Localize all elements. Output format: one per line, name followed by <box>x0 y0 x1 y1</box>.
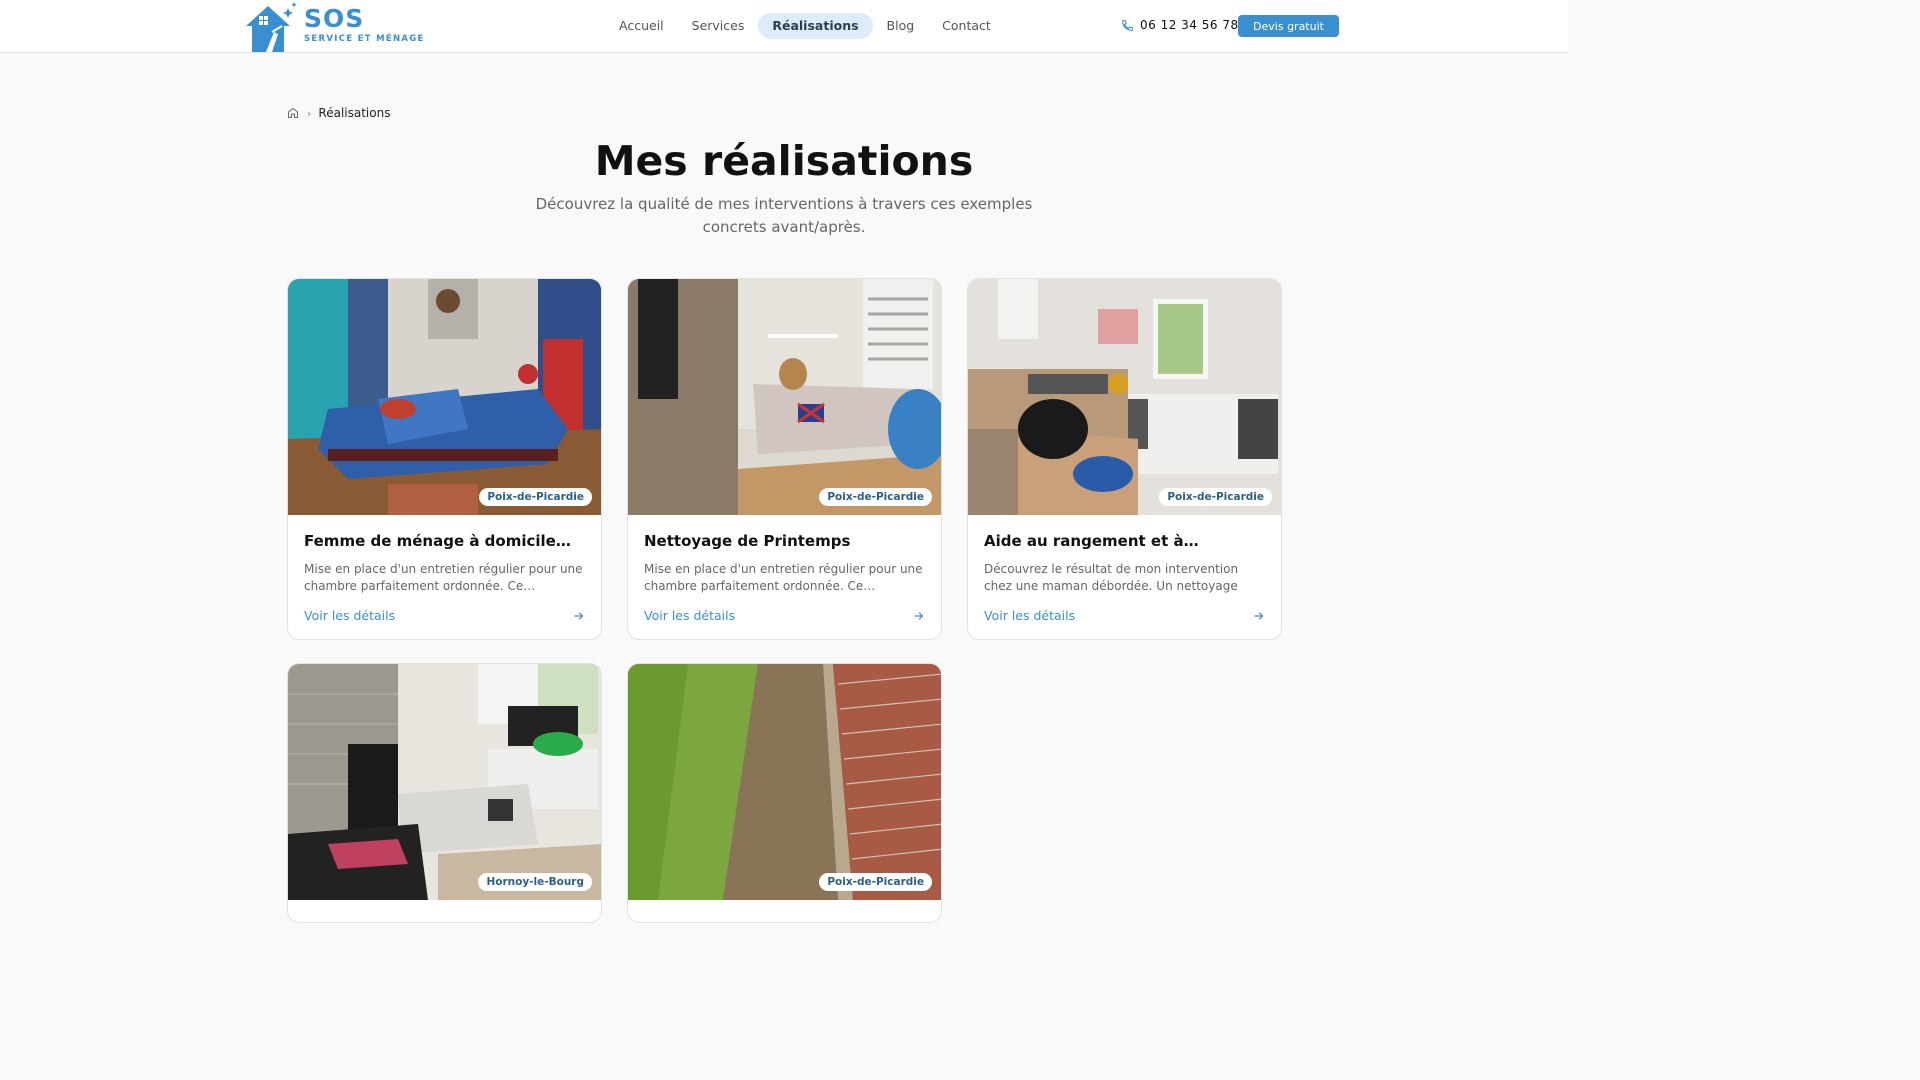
project-card[interactable]: Poix-de-Picardie <box>627 663 942 923</box>
card-title: Aide au rangement et à… <box>984 532 1199 550</box>
details-link[interactable]: Voir les détails <box>984 608 1265 623</box>
details-link-label: Voir les détails <box>984 608 1076 623</box>
site-header: SOS SERVICE ET MÉNAGE Accueil Services R… <box>0 0 1568 53</box>
nav-item-blog[interactable]: Blog <box>873 13 929 39</box>
details-link[interactable]: Voir les détails <box>304 608 585 623</box>
nav-item-contact[interactable]: Contact <box>928 13 1005 39</box>
details-link-label: Voir les détails <box>304 608 396 623</box>
location-badge: Poix-de-Picardie <box>819 488 932 506</box>
logo-subtitle: SERVICE ET MÉNAGE <box>304 34 425 44</box>
page-title: Mes réalisations <box>594 137 974 185</box>
logo[interactable]: SOS SERVICE ET MÉNAGE <box>242 2 425 54</box>
card-title: Nettoyage de Printemps <box>644 532 851 550</box>
chevron-right-icon: › <box>307 106 312 120</box>
phone-link[interactable]: 06 12 34 56 78 <box>1121 18 1239 32</box>
home-icon[interactable] <box>287 107 299 119</box>
nav-item-realisations[interactable]: Réalisations <box>758 13 873 39</box>
card-title: Femme de ménage à domicile… <box>304 532 571 550</box>
project-image: Poix-de-Picardie <box>968 279 1281 515</box>
arrow-right-icon <box>1254 611 1264 620</box>
card-description: Découvrez le résultat de mon interventio… <box>984 562 1239 593</box>
phone-icon <box>1122 19 1133 31</box>
project-image: Poix-de-Picardie <box>628 664 941 900</box>
location-badge: Poix-de-Picardie <box>819 873 932 891</box>
free-quote-button[interactable]: Devis gratuit <box>1238 15 1339 37</box>
location-badge: Hornoy-le-Bourg <box>478 873 592 891</box>
main-nav: Accueil Services Réalisations Blog Conta… <box>605 13 1005 39</box>
location-badge: Poix-de-Picardie <box>479 488 592 506</box>
project-card[interactable]: Poix-de-Picardie Nettoyage de Printemps … <box>627 278 942 640</box>
project-image: Poix-de-Picardie <box>288 279 601 515</box>
card-description: Mise en place d'un entretien régulier po… <box>644 562 923 593</box>
logo-title: SOS <box>304 4 365 33</box>
nav-item-accueil[interactable]: Accueil <box>605 13 678 39</box>
page-subtitle: Découvrez la qualité de mes intervention… <box>535 195 1033 236</box>
project-image: Poix-de-Picardie <box>628 279 941 515</box>
details-link-label: Voir les détails <box>644 608 736 623</box>
arrow-right-icon <box>914 611 924 620</box>
project-image: Hornoy-le-Bourg <box>288 664 601 900</box>
breadcrumb-current: Réalisations <box>318 106 391 120</box>
arrow-right-icon <box>574 611 584 620</box>
nav-item-services[interactable]: Services <box>678 13 759 39</box>
breadcrumb: › Réalisations <box>287 106 390 120</box>
location-badge: Poix-de-Picardie <box>1159 488 1272 506</box>
phone-number: 06 12 34 56 78 <box>1140 18 1239 32</box>
project-card[interactable]: Poix-de-Picardie Femme de ménage à domic… <box>287 278 602 640</box>
house-logo-icon <box>246 2 297 52</box>
card-description: Mise en place d'un entretien régulier po… <box>304 562 583 593</box>
details-link[interactable]: Voir les détails <box>644 608 925 623</box>
project-card[interactable]: Hornoy-le-Bourg <box>287 663 602 923</box>
project-card[interactable]: Poix-de-Picardie Aide au rangement et à…… <box>967 278 1282 640</box>
